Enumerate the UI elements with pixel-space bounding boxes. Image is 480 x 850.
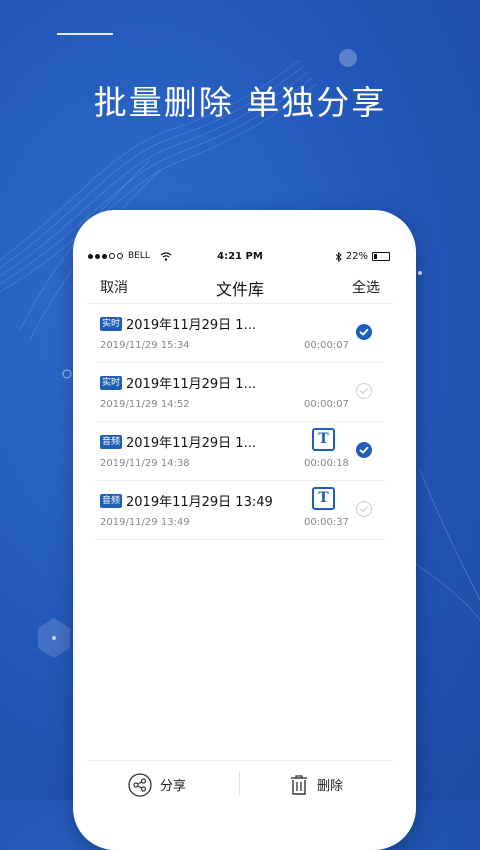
- divider: [239, 771, 240, 795]
- file-duration: 00:00:18: [304, 458, 349, 469]
- file-type-badge: 实时: [100, 376, 123, 390]
- trash-icon: [291, 774, 307, 795]
- text-transcript-icon[interactable]: T: [312, 428, 335, 451]
- phone-frame: BELL 4:21 PM 22% 取消 文件库 全选 实时 2019年11月29…: [73, 210, 416, 850]
- check-circle-icon[interactable]: [356, 442, 372, 458]
- file-type-badge: 音频: [100, 494, 123, 508]
- file-date: 2019/11/29 13:49: [100, 517, 190, 528]
- battery-percent: 22%: [345, 251, 368, 262]
- share-button[interactable]: 分享: [128, 761, 186, 807]
- check-circle-empty-icon[interactable]: [356, 501, 372, 517]
- bluetooth-icon: [335, 251, 342, 262]
- check-circle-empty-icon[interactable]: [356, 383, 372, 399]
- file-row[interactable]: 音频 2019年11月29日 13:49 T 2019/11/29 13:49 …: [94, 481, 386, 540]
- text-transcript-icon[interactable]: T: [312, 487, 335, 510]
- file-title: 2019年11月29日 1...: [126, 436, 256, 451]
- share-icon: [128, 772, 152, 797]
- page-title: 文件库: [215, 280, 264, 299]
- file-date: 2019/11/29 14:38: [100, 458, 190, 469]
- file-type-badge: 实时: [100, 317, 123, 331]
- file-row[interactable]: 实时 2019年11月29日 1... 2019/11/29 15:34 00:…: [94, 304, 386, 363]
- file-title: 2019年11月29日 13:49: [126, 495, 273, 510]
- select-all-button[interactable]: 全选: [352, 277, 380, 297]
- status-right: 22%: [335, 251, 390, 262]
- file-list: 实时 2019年11月29日 1... 2019/11/29 15:34 00:…: [86, 304, 394, 540]
- promo-headline: 批量删除 单独分享: [93, 83, 387, 122]
- file-row[interactable]: 音频 2019年11月29日 1... T 2019/11/29 14:38 0…: [94, 422, 386, 481]
- file-row[interactable]: 实时 2019年11月29日 1... 2019/11/29 14:52 00:…: [94, 363, 386, 422]
- battery-icon: [372, 252, 390, 261]
- file-duration: 00:00:07: [304, 340, 349, 351]
- check-circle-icon[interactable]: [356, 324, 372, 340]
- file-duration: 00:00:07: [304, 399, 349, 410]
- file-date: 2019/11/29 15:34: [100, 340, 190, 351]
- share-label: 分享: [160, 779, 187, 794]
- nav-bar: 取消 文件库 全选: [86, 267, 394, 304]
- file-title: 2019年11月29日 1...: [126, 318, 256, 333]
- top-accent-line: [57, 33, 113, 35]
- file-duration: 00:00:37: [304, 517, 349, 528]
- status-bar: BELL 4:21 PM 22%: [86, 247, 394, 267]
- delete-label: 删除: [317, 779, 344, 794]
- file-type-badge: 音频: [100, 435, 123, 449]
- phone-screen: BELL 4:21 PM 22% 取消 文件库 全选 实时 2019年11月29…: [86, 247, 394, 807]
- delete-button[interactable]: 删除: [289, 761, 343, 807]
- file-title: 2019年11月29日 1...: [126, 377, 256, 392]
- file-date: 2019/11/29 14:52: [100, 399, 190, 410]
